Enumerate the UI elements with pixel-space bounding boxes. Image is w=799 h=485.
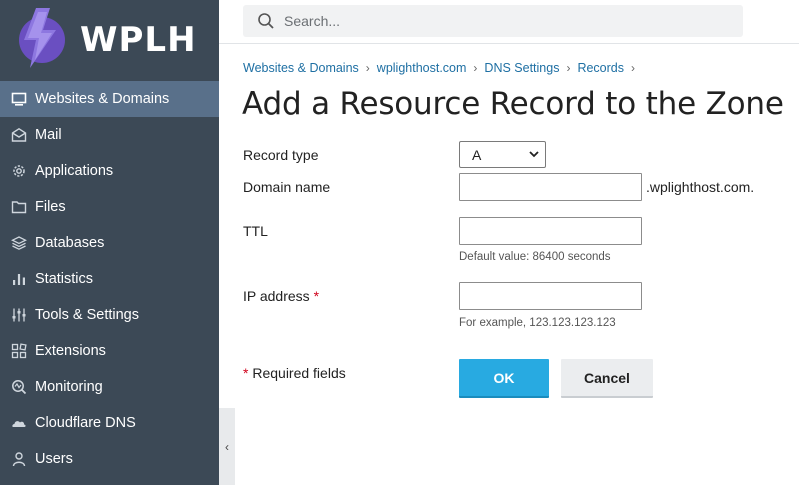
sidebar-item-label: Applications xyxy=(35,163,114,179)
sidebar-collapse-button[interactable]: ‹ xyxy=(219,408,235,485)
monitoring-icon xyxy=(10,378,28,396)
chevron-left-icon: ‹ xyxy=(225,439,229,454)
logo-text: WPLH xyxy=(80,20,197,60)
sidebar-item-cloudflare-dns[interactable]: Cloudflare DNS xyxy=(0,405,219,441)
ttl-field[interactable] xyxy=(459,217,642,245)
sidebar-item-websites-domains[interactable]: Websites & Domains xyxy=(0,81,219,117)
sidebar-item-statistics[interactable]: Statistics xyxy=(0,261,219,297)
sidebar-item-monitoring[interactable]: Monitoring xyxy=(0,369,219,405)
domain-name-field[interactable] xyxy=(459,173,642,201)
ttl-label: TTL xyxy=(243,223,268,239)
search-box[interactable] xyxy=(243,5,743,37)
breadcrumb-domain[interactable]: wplighthost.com xyxy=(377,61,467,75)
required-fields-note: * Required fields xyxy=(243,365,346,381)
cancel-button[interactable]: Cancel xyxy=(561,359,653,398)
required-mark: * xyxy=(243,365,249,381)
extensions-icon xyxy=(10,342,28,360)
required-mark: * xyxy=(313,288,320,304)
sidebar-item-label: Tools & Settings xyxy=(35,307,139,323)
sidebar-item-label: Cloudflare DNS xyxy=(35,415,136,431)
breadcrumb-records[interactable]: Records xyxy=(577,61,624,75)
breadcrumb-separator: › xyxy=(365,61,370,75)
breadcrumb-separator: › xyxy=(473,61,478,75)
lightning-logo-icon xyxy=(19,8,65,68)
sidebar-item-label: Statistics xyxy=(35,271,94,287)
sidebar-item-applications[interactable]: Applications xyxy=(0,153,219,189)
breadcrumb-dns-settings[interactable]: DNS Settings xyxy=(484,61,559,75)
sidebar: WPLH Websites & Domains Mail Application… xyxy=(0,0,219,485)
search-input[interactable] xyxy=(284,13,704,29)
sidebar-item-tools-settings[interactable]: Tools & Settings xyxy=(0,297,219,333)
breadcrumb-websites-domains[interactable]: Websites & Domains xyxy=(243,61,359,75)
sliders-icon xyxy=(10,306,28,324)
sidebar-item-users[interactable]: Users xyxy=(0,441,219,477)
page-title: Add a Resource Record to the Zone xyxy=(242,86,784,122)
required-fields-text: Required fields xyxy=(252,365,346,381)
domain-name-label: Domain name xyxy=(243,179,331,195)
domain-suffix: .wplighthost.com. xyxy=(646,179,755,195)
sidebar-item-label: Extensions xyxy=(35,343,106,359)
record-type-value: A xyxy=(472,146,482,163)
sidebar-item-label: Databases xyxy=(35,235,105,251)
record-type-label: Record type xyxy=(243,147,319,163)
breadcrumb-separator: › xyxy=(631,61,635,75)
ip-address-hint: For example, 123.123.123.123 xyxy=(459,317,616,329)
ip-address-field[interactable] xyxy=(459,282,642,310)
breadcrumb: Websites & Domains › wplighthost.com › D… xyxy=(243,61,642,75)
layers-icon xyxy=(10,234,28,252)
sidebar-item-label: Files xyxy=(35,199,66,215)
sidebar-item-label: Monitoring xyxy=(35,379,103,395)
sidebar-item-extensions[interactable]: Extensions xyxy=(0,333,219,369)
sidebar-item-label: Mail xyxy=(35,127,62,143)
ttl-hint: Default value: 86400 seconds xyxy=(459,251,611,263)
ok-button[interactable]: OK xyxy=(459,359,549,398)
record-type-select[interactable]: A xyxy=(459,141,546,168)
wplh-logo[interactable]: WPLH xyxy=(14,6,214,72)
sidebar-item-files[interactable]: Files xyxy=(0,189,219,225)
sidebar-nav: Websites & Domains Mail Applications Fil… xyxy=(0,81,219,477)
sidebar-item-label: Users xyxy=(35,451,73,467)
chevron-down-icon xyxy=(529,151,539,158)
envelope-icon xyxy=(10,126,28,144)
bar-chart-icon xyxy=(10,270,28,288)
search-icon xyxy=(258,13,274,29)
user-icon xyxy=(10,450,28,468)
gear-icon xyxy=(10,162,28,180)
sidebar-item-label: Websites & Domains xyxy=(35,91,170,107)
monitor-icon xyxy=(10,90,28,108)
top-header xyxy=(219,0,799,44)
ip-address-label: IP address * xyxy=(243,288,319,304)
cloud-icon xyxy=(10,414,28,432)
sidebar-item-databases[interactable]: Databases xyxy=(0,225,219,261)
folder-icon xyxy=(10,198,28,216)
breadcrumb-separator: › xyxy=(566,61,571,75)
sidebar-item-mail[interactable]: Mail xyxy=(0,117,219,153)
ip-address-label-text: IP address xyxy=(243,288,310,304)
